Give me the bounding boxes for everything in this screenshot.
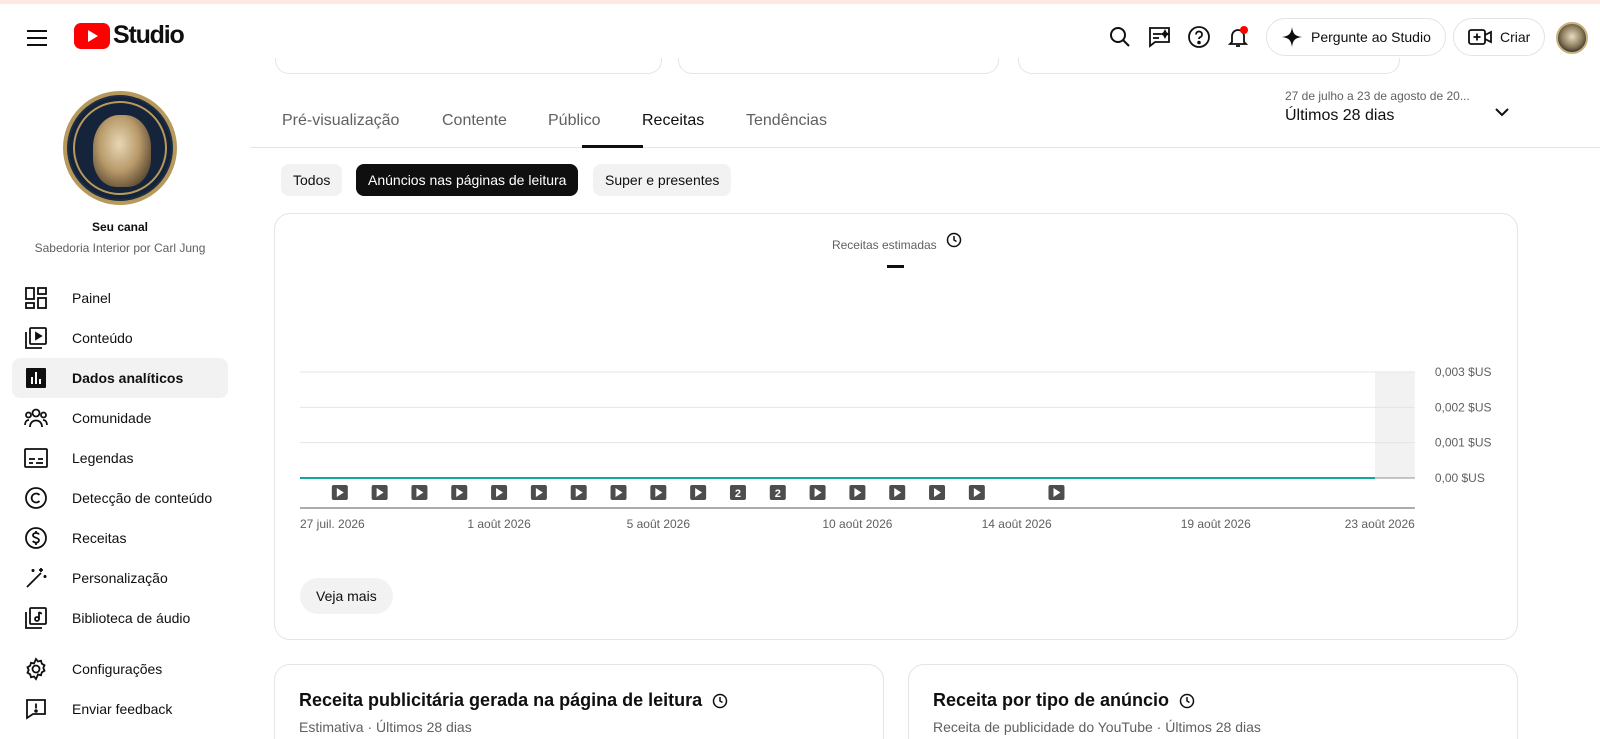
account-avatar[interactable] (1556, 22, 1588, 54)
youtube-logo-icon (74, 22, 110, 49)
active-tab-indicator (582, 145, 643, 148)
ask-studio-label: Pergunte ao Studio (1311, 29, 1431, 45)
sidebar-item-label: Detecção de conteúdo (72, 490, 213, 506)
sidebar-item-content[interactable]: Conteúdo (12, 318, 228, 358)
ad-type-revenue-card: Receita por tipo de anúncio Receita de p… (908, 664, 1518, 739)
tab-trends[interactable]: Tendências (746, 112, 827, 130)
chip-supers-gifts[interactable]: Super e presentes (593, 164, 732, 196)
audio-library-icon (24, 606, 48, 630)
create-label: Criar (1500, 29, 1531, 45)
channel-label: Seu canal (91, 220, 149, 234)
subtitles-icon (24, 446, 48, 470)
x-tick-label: 23 août 2026 (1345, 517, 1415, 531)
date-range-dates: 27 de julho a 23 de agosto de 20... (1285, 89, 1470, 103)
tab-overview[interactable]: Pré-visualização (282, 112, 399, 130)
help-icon[interactable] (1184, 22, 1214, 52)
sidebar-item-label: Configurações (72, 661, 163, 677)
sidebar-item-content-detection[interactable]: Detecção de conteúdo (12, 478, 228, 518)
ask-studio-button[interactable]: Pergunte ao Studio (1266, 18, 1446, 56)
revenue-chart-card: Receitas estimadas 0,003 $US 0,002 $US 0,0… (274, 213, 1518, 640)
sidebar-item-community[interactable]: Comunidade (12, 398, 228, 438)
x-tick-label: 1 août 2026 (467, 517, 531, 531)
tab-revenue[interactable]: Receitas (642, 112, 704, 130)
clock-icon (712, 693, 728, 709)
chip-all[interactable]: Todos (281, 164, 343, 196)
card-title: Receita publicitária gerada na página de… (299, 690, 703, 710)
sidebar-item-label: Receitas (72, 530, 127, 546)
sidebar-item-label: Conteúdo (72, 330, 133, 346)
sidebar-item-label: Enviar feedback (72, 701, 173, 717)
date-range-selector[interactable]: 27 de julho a 23 de agosto de 20... Últi… (1285, 89, 1470, 125)
upload-marker-count: 2 (735, 488, 741, 500)
logo-text: Studio (113, 21, 185, 49)
x-tick-label: 27 juil. 2026 (300, 517, 365, 531)
studio-logo[interactable]: Studio (74, 21, 185, 50)
sparkle-icon (1282, 27, 1302, 47)
tab-audience[interactable]: Público (548, 112, 600, 130)
community-icon (24, 406, 48, 430)
y-tick-label: 0,002 $US (1435, 400, 1492, 414)
clock-icon (1179, 693, 1195, 709)
channel-name: Sabedoria Interior por Carl Jung (34, 241, 206, 255)
x-tick-label: 10 août 2026 (822, 517, 892, 531)
sidebar-item-audio-library[interactable]: Biblioteca de áudio (12, 598, 228, 638)
sidebar-item-subtitles[interactable]: Legendas (12, 438, 228, 478)
date-range-period: Últimos 28 dias (1285, 107, 1395, 124)
sidebar-item-label: Personalização (72, 570, 168, 586)
sidebar-item-dashboard[interactable]: Painel (12, 278, 228, 318)
upload-marker-count: 2 (775, 488, 781, 500)
card-subtitle: Estimativa · Últimos 28 dias (299, 719, 472, 735)
sidebar-item-settings[interactable]: Configurações (12, 649, 228, 689)
sidebar-item-label: Biblioteca de áudio (72, 610, 191, 626)
settings-icon (24, 657, 48, 681)
avatar-portrait (93, 115, 151, 187)
watch-page-revenue-card: Receita publicitária gerada na página de… (274, 664, 884, 739)
menu-icon[interactable] (24, 24, 52, 52)
card-title: Receita por tipo de anúncio (933, 690, 1170, 710)
x-tick-label: 19 août 2026 (1181, 517, 1251, 531)
y-tick-label: 0,00 $US (1435, 471, 1485, 485)
sidebar-item-label: Painel (72, 290, 111, 306)
customization-icon (24, 566, 48, 590)
sidebar: Seu canal Sabedoria Interior por Carl Ju… (0, 68, 240, 739)
chevron-down-icon[interactable] (1492, 102, 1512, 122)
monetization-icon (24, 526, 48, 550)
x-tick-label: 14 août 2026 (982, 517, 1052, 531)
sidebar-item-customization[interactable]: Personalização (12, 558, 228, 598)
sidebar-item-earn[interactable]: Receitas (12, 518, 228, 558)
copyright-icon (24, 486, 48, 510)
revenue-line-chart: 0,003 $US 0,002 $US 0,001 $US 0,00 $US 2 2 27 … (300, 365, 1492, 531)
sidebar-item-analytics[interactable]: Dados analíticos (12, 358, 228, 398)
partial-day-shading (1375, 372, 1415, 478)
card-subtitle: Receita de publicidade do YouTube · Últi… (933, 719, 1261, 735)
sidebar-item-feedback[interactable]: Enviar feedback (12, 689, 228, 729)
sidebar-item-label: Dados analíticos (72, 370, 184, 386)
create-video-icon (1468, 29, 1492, 45)
card-title-row: Receita por tipo de anúncio (933, 690, 1195, 711)
search-icon[interactable] (1105, 22, 1135, 52)
tab-content[interactable]: Contente (442, 112, 507, 130)
content-icon (24, 326, 48, 350)
card-title-row: Receita publicitária gerada na página de… (299, 690, 728, 711)
analytics-icon (24, 366, 48, 390)
dashboard-icon (24, 286, 48, 310)
create-button[interactable]: Criar (1453, 18, 1546, 56)
comment-sparkle-icon[interactable] (1144, 22, 1174, 52)
chip-watch-page-ads[interactable]: Anúncios nas páginas de leitura (356, 164, 579, 196)
channel-avatar[interactable] (63, 91, 177, 205)
x-tick-label: 5 août 2026 (627, 517, 691, 531)
feedback-icon (24, 697, 48, 721)
notifications-icon[interactable] (1223, 22, 1253, 52)
y-tick-label: 0,003 $US (1435, 365, 1492, 379)
sidebar-item-label: Legendas (72, 450, 134, 466)
sidebar-item-label: Comunidade (72, 410, 152, 426)
y-tick-label: 0,001 $US (1435, 436, 1492, 450)
see-more-button[interactable]: Veja mais (300, 578, 393, 614)
